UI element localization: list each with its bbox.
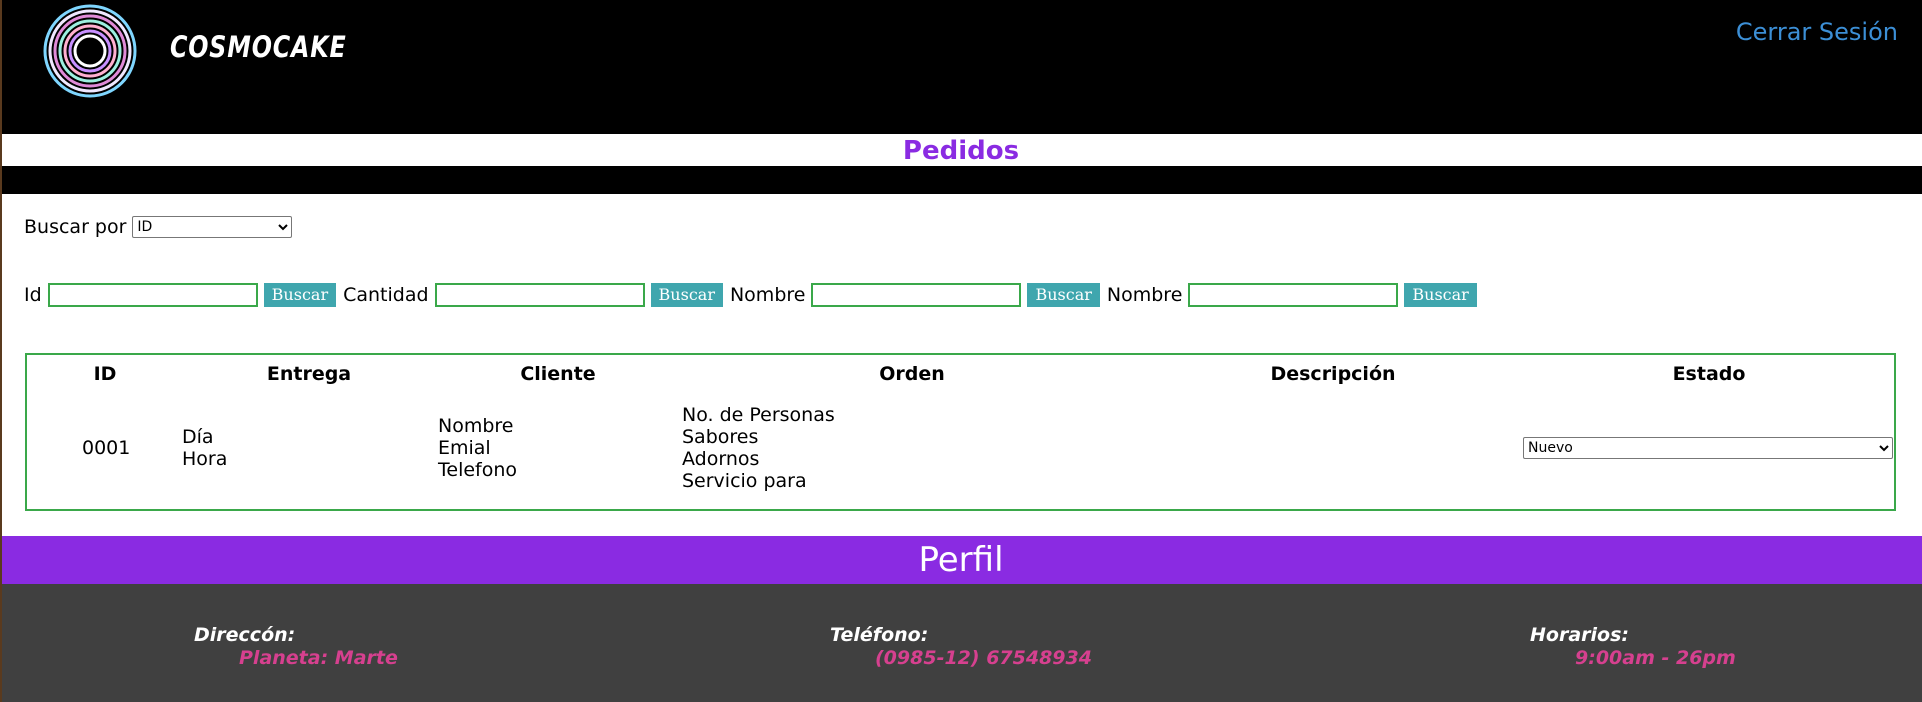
- orden-sabores: Sabores: [682, 426, 759, 448]
- search-by-label: Buscar por: [24, 216, 127, 238]
- cliente-telefono: Telefono: [438, 459, 518, 481]
- id-input[interactable]: [47, 283, 258, 307]
- left-edge: [0, 0, 2, 702]
- orden-adornos: Adornos: [682, 448, 760, 470]
- cosmocake-logo-icon: [43, 4, 137, 98]
- nombre-label: Nombre: [729, 284, 806, 306]
- orden-servicio: Servicio para: [682, 470, 807, 492]
- address-value: Planeta: Marte: [239, 647, 398, 669]
- header-estado: Estado: [1672, 363, 1746, 385]
- brand-name: COSMOCAKE: [170, 30, 347, 64]
- header-cliente: Cliente: [520, 363, 596, 385]
- title-band: Pedidos: [0, 134, 1922, 166]
- address-label: Direccón:: [194, 624, 296, 646]
- row-entrega: Día Hora: [182, 426, 227, 470]
- id-search-button[interactable]: Buscar: [263, 283, 337, 307]
- nombre-input-2[interactable]: [1188, 283, 1399, 307]
- nombre-search-button[interactable]: Buscar: [1027, 283, 1100, 307]
- row-orden: No. de Personas Sabores Adornos Servicio…: [682, 404, 835, 492]
- hours-label: Horarios:: [1530, 624, 1629, 646]
- cantidad-search-button[interactable]: Buscar: [650, 283, 723, 307]
- divider-band: [0, 166, 1922, 194]
- header-id: ID: [93, 363, 117, 385]
- id-label: Id: [24, 284, 42, 306]
- phone-label: Teléfono:: [830, 624, 929, 646]
- search-fields-row: Id Buscar Cantidad Buscar Nombre Buscar …: [24, 283, 1484, 307]
- page-title: Pedidos: [902, 136, 1020, 166]
- header-entrega: Entrega: [266, 363, 352, 385]
- orden-personas: No. de Personas: [682, 404, 835, 426]
- profile-title: Perfil: [918, 540, 1004, 580]
- row-cliente: Nombre Emial Telefono: [438, 415, 517, 481]
- header-bar: COSMOCAKE Cerrar Sesión: [0, 0, 1922, 134]
- entrega-hora: Hora: [182, 448, 228, 470]
- search-by-select[interactable]: ID: [132, 216, 293, 238]
- orders-table: ID Entrega Cliente Orden Descripción Est…: [25, 353, 1896, 511]
- phone-value: (0985-12) 67548934: [875, 647, 1092, 669]
- hours-block: Horarios: 9:00am - 26pm: [1530, 624, 1736, 669]
- phone-block: Teléfono: (0985-12) 67548934: [830, 624, 1092, 669]
- header-orden: Orden: [879, 363, 945, 385]
- nombre-input[interactable]: [811, 283, 1022, 307]
- hours-value: 9:00am - 26pm: [1575, 647, 1736, 669]
- cliente-nombre: Nombre: [438, 415, 514, 437]
- cliente-email: Emial: [438, 437, 491, 459]
- search-by-group: Buscar por ID: [24, 216, 293, 238]
- status-select[interactable]: Nuevo: [1523, 437, 1893, 459]
- address-block: Direccón: Planeta: Marte: [194, 624, 398, 669]
- entrega-dia: Día: [182, 426, 214, 448]
- footer: Direccón: Planeta: Marte Teléfono: (0985…: [0, 584, 1922, 702]
- cantidad-input[interactable]: [434, 283, 645, 307]
- cantidad-label: Cantidad: [343, 284, 429, 306]
- row-id: 0001: [82, 437, 131, 459]
- nombre-label-2: Nombre: [1106, 284, 1183, 306]
- nombre-search-button-2[interactable]: Buscar: [1404, 283, 1477, 307]
- profile-band: Perfil: [0, 536, 1922, 584]
- header-descripcion: Descripción: [1270, 363, 1396, 385]
- logout-link[interactable]: Cerrar Sesión: [1736, 18, 1898, 46]
